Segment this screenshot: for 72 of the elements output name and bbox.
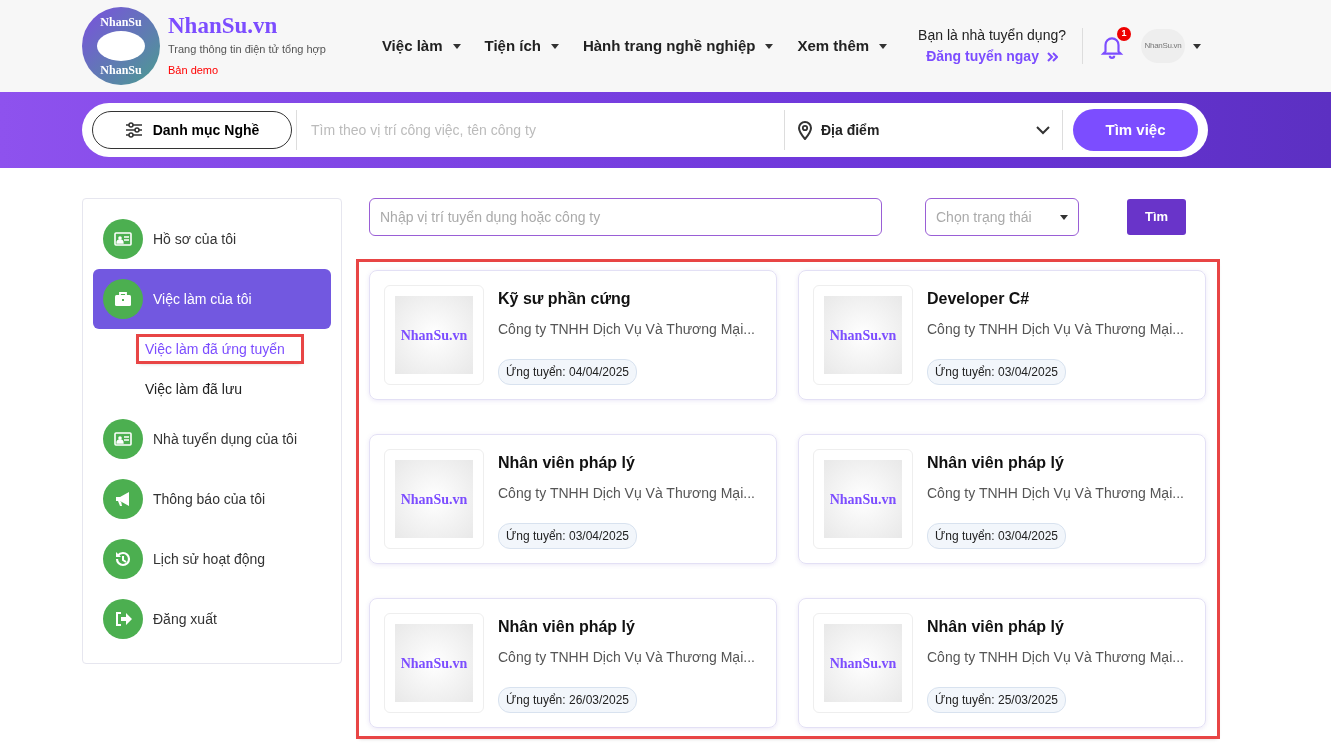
submenu-item[interactable]: Việc làm đã lưu — [139, 377, 259, 401]
briefcase-icon — [103, 279, 143, 319]
caret-icon — [765, 43, 774, 49]
company-logo: NhanSu.vn — [813, 613, 913, 713]
demo-label: Bản demo — [168, 62, 220, 78]
keyword-field[interactable]: Tìm theo vị trí công việc, tên công ty — [296, 110, 785, 150]
history-icon — [103, 539, 143, 579]
chevron-down-icon — [1036, 125, 1050, 135]
category-button[interactable]: Danh mục Nghề — [92, 111, 292, 149]
job-card[interactable]: NhanSu.vn Nhân viên pháp lý Công ty TNHH Dịch Vụ Và Thương Mại... Ứng tuyển: 26/03/2025 — [369, 598, 777, 728]
job-card[interactable]: NhanSu.vn Developer C# Công ty TNHH Dịch Vụ Và Thương Mại... Ứng tuyển: 03/04/2025 — [798, 270, 1206, 400]
search-bar[interactable]: Danh mục Nghề Tìm theo vị trí công việc, tên công ty Địa điểm Tìm việc — [82, 103, 1208, 157]
caret-icon — [452, 43, 461, 49]
company-name: Công ty TNHH Dịch Vụ Và Thương Mại... — [927, 648, 1184, 667]
applied-date: Ứng tuyển: 25/03/2025 — [927, 687, 1066, 713]
tagline: Trang thông tin điện tử tổng hợp — [168, 42, 326, 57]
job-card[interactable]: NhanSu.vn Nhân viên pháp lý Công ty TNHH Dịch Vụ Và Thương Mại... Ứng tuyển: 25/03/2025 — [798, 598, 1206, 728]
company-name: Công ty TNHH Dịch Vụ Và Thương Mại... — [498, 648, 755, 667]
nav-menu[interactable]: Việc làm — [381, 34, 461, 58]
sidebar-item[interactable]: Đăng xuất — [93, 589, 331, 649]
logout-icon — [103, 599, 143, 639]
company-logo: NhanSu.vn — [384, 449, 484, 549]
job-card[interactable]: NhanSu.vn Nhân viên pháp lý Công ty TNHH Dịch Vụ Và Thương Mại... Ứng tuyển: 03/04/2025 — [369, 434, 777, 564]
nav-menu[interactable]: Xem thêm — [797, 34, 888, 58]
logo[interactable]: NhanSu NhanSu — [82, 7, 160, 85]
caret-icon — [550, 43, 559, 49]
caret-icon — [879, 43, 888, 49]
sidebar-item[interactable]: Nhà tuyển dụng của tôi — [93, 409, 331, 469]
employer-question: Bạn là nhà tuyển dụng? — [918, 26, 1066, 45]
company-logo: NhanSu.vn — [813, 449, 913, 549]
caret-icon[interactable] — [1193, 43, 1201, 49]
sidebar-item[interactable]: Hồ sơ của tôi — [93, 209, 331, 269]
job-card[interactable]: NhanSu.vn Nhân viên pháp lý Công ty TNHH Dịch Vụ Và Thương Mại... Ứng tuyển: 03/04/2025 — [798, 434, 1206, 564]
company-name: Công ty TNHH Dịch Vụ Và Thương Mại... — [498, 484, 755, 503]
location-dropdown[interactable]: Địa điểm — [785, 110, 1063, 150]
job-title[interactable]: Developer C# — [927, 287, 1184, 311]
applied-date: Ứng tuyển: 03/04/2025 — [927, 359, 1066, 385]
megaphone-icon — [103, 479, 143, 519]
search-button[interactable]: Tìm việc — [1073, 109, 1198, 151]
sidebar-item[interactable]: Lịch sử hoạt động — [93, 529, 331, 589]
job-card[interactable]: NhanSu.vn Kỹ sư phần cứng Công ty TNHH Dịch Vụ Và Thương Mại... Ứng tuyển: 04/04/2025 — [369, 270, 777, 400]
applied-date: Ứng tuyển: 03/04/2025 — [498, 523, 637, 549]
job-title[interactable]: Nhân viên pháp lý — [927, 615, 1184, 639]
submenu-item[interactable]: Việc làm đã ứng tuyển — [139, 337, 301, 361]
nav-menu[interactable]: Hành trang nghề nghiệp — [582, 34, 774, 58]
sidebar-item[interactable]: Thông báo của tôi — [93, 469, 331, 529]
post-job-link[interactable]: Đăng tuyển ngay — [926, 46, 1058, 67]
company-name: Công ty TNHH Dịch Vụ Và Thương Mại... — [498, 320, 755, 339]
company-logo: NhanSu.vn — [384, 613, 484, 713]
applied-date: Ứng tuyển: 04/04/2025 — [498, 359, 637, 385]
notification-count: 1 — [1117, 27, 1131, 41]
search-field[interactable]: Nhập vị trí tuyển dụng hoặc công ty — [369, 198, 882, 236]
applied-date: Ứng tuyển: 03/04/2025 — [927, 523, 1066, 549]
company-logo: NhanSu.vn — [384, 285, 484, 385]
job-title[interactable]: Kỹ sư phần cứng — [498, 287, 755, 311]
double-chevron-icon — [1046, 51, 1058, 62]
company-name: Công ty TNHH Dịch Vụ Và Thương Mại... — [927, 484, 1184, 503]
sidebar-item[interactable]: Việc làm của tôi — [93, 269, 331, 329]
job-title[interactable]: Nhân viên pháp lý — [498, 451, 755, 475]
location-pin-icon — [797, 120, 813, 140]
search-button[interactable]: Tìm — [1127, 199, 1186, 235]
id-card-icon — [103, 219, 143, 259]
nav-menu[interactable]: Tiện ích — [484, 34, 559, 58]
id-card-icon — [103, 419, 143, 459]
applied-date: Ứng tuyển: 26/03/2025 — [498, 687, 637, 713]
site-name[interactable]: NhanSu.vn — [168, 14, 326, 37]
avatar[interactable]: NhanSu.vn — [1141, 29, 1185, 63]
company-name: Công ty TNHH Dịch Vụ Và Thương Mại... — [927, 320, 1184, 339]
company-logo: NhanSu.vn — [813, 285, 913, 385]
job-title[interactable]: Nhân viên pháp lý — [498, 615, 755, 639]
sliders-icon — [124, 122, 143, 138]
job-title[interactable]: Nhân viên pháp lý — [927, 451, 1184, 475]
